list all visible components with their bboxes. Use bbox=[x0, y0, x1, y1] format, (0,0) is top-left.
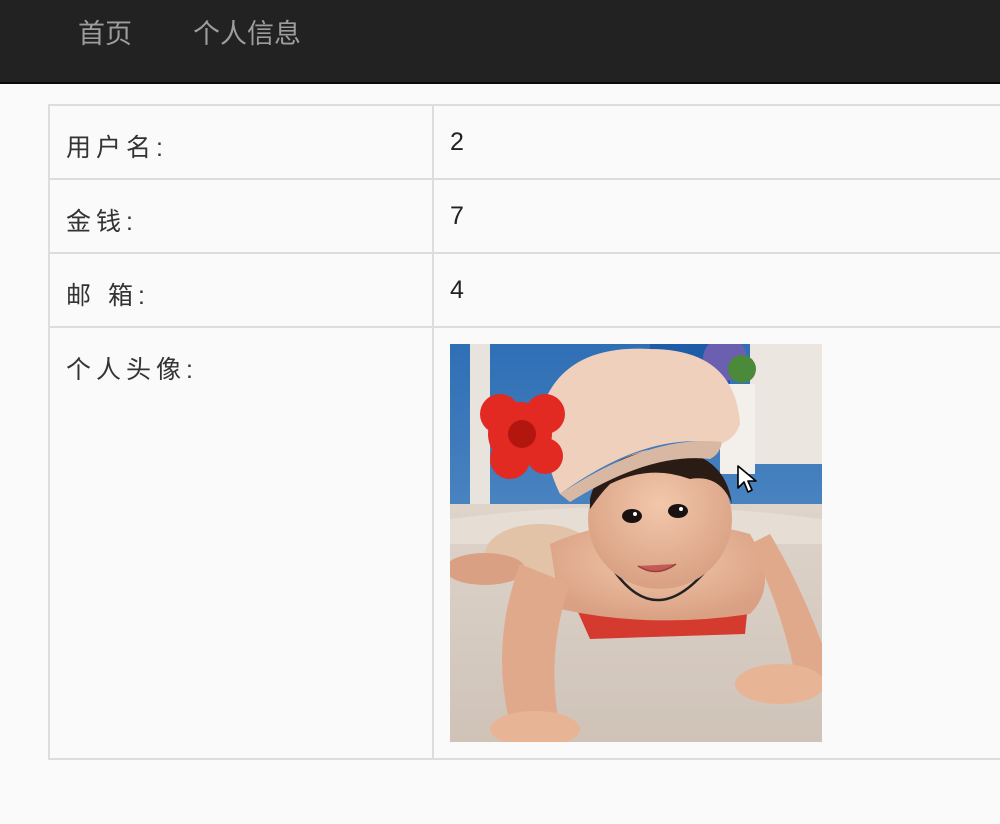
table-row: 邮 箱: 4 bbox=[48, 252, 1000, 328]
nav-home-link[interactable]: 首页 bbox=[78, 0, 132, 68]
mouse-pointer-icon bbox=[737, 465, 757, 493]
avatar-label: 个人头像: bbox=[48, 326, 434, 760]
money-label: 金钱: bbox=[48, 178, 434, 254]
table-row: 金钱: 7 bbox=[48, 178, 1000, 254]
username-label: 用户名: bbox=[48, 104, 434, 180]
avatar-photo bbox=[450, 344, 822, 742]
user-info-table: 用户名: 2 金钱: 7 邮 箱: 4 个人头像: bbox=[48, 104, 1000, 760]
email-label: 邮 箱: bbox=[48, 252, 434, 328]
table-row: 个人头像: bbox=[48, 326, 1000, 760]
top-navbar: 首页 个人信息 bbox=[0, 0, 1000, 84]
avatar bbox=[450, 344, 822, 742]
table-row: 用户名: 2 bbox=[48, 104, 1000, 180]
username-value: 2 bbox=[432, 104, 1000, 180]
money-value: 7 bbox=[432, 178, 1000, 254]
nav-profile-link[interactable]: 个人信息 bbox=[193, 0, 301, 68]
email-value: 4 bbox=[432, 252, 1000, 328]
avatar-cell bbox=[432, 326, 1000, 760]
